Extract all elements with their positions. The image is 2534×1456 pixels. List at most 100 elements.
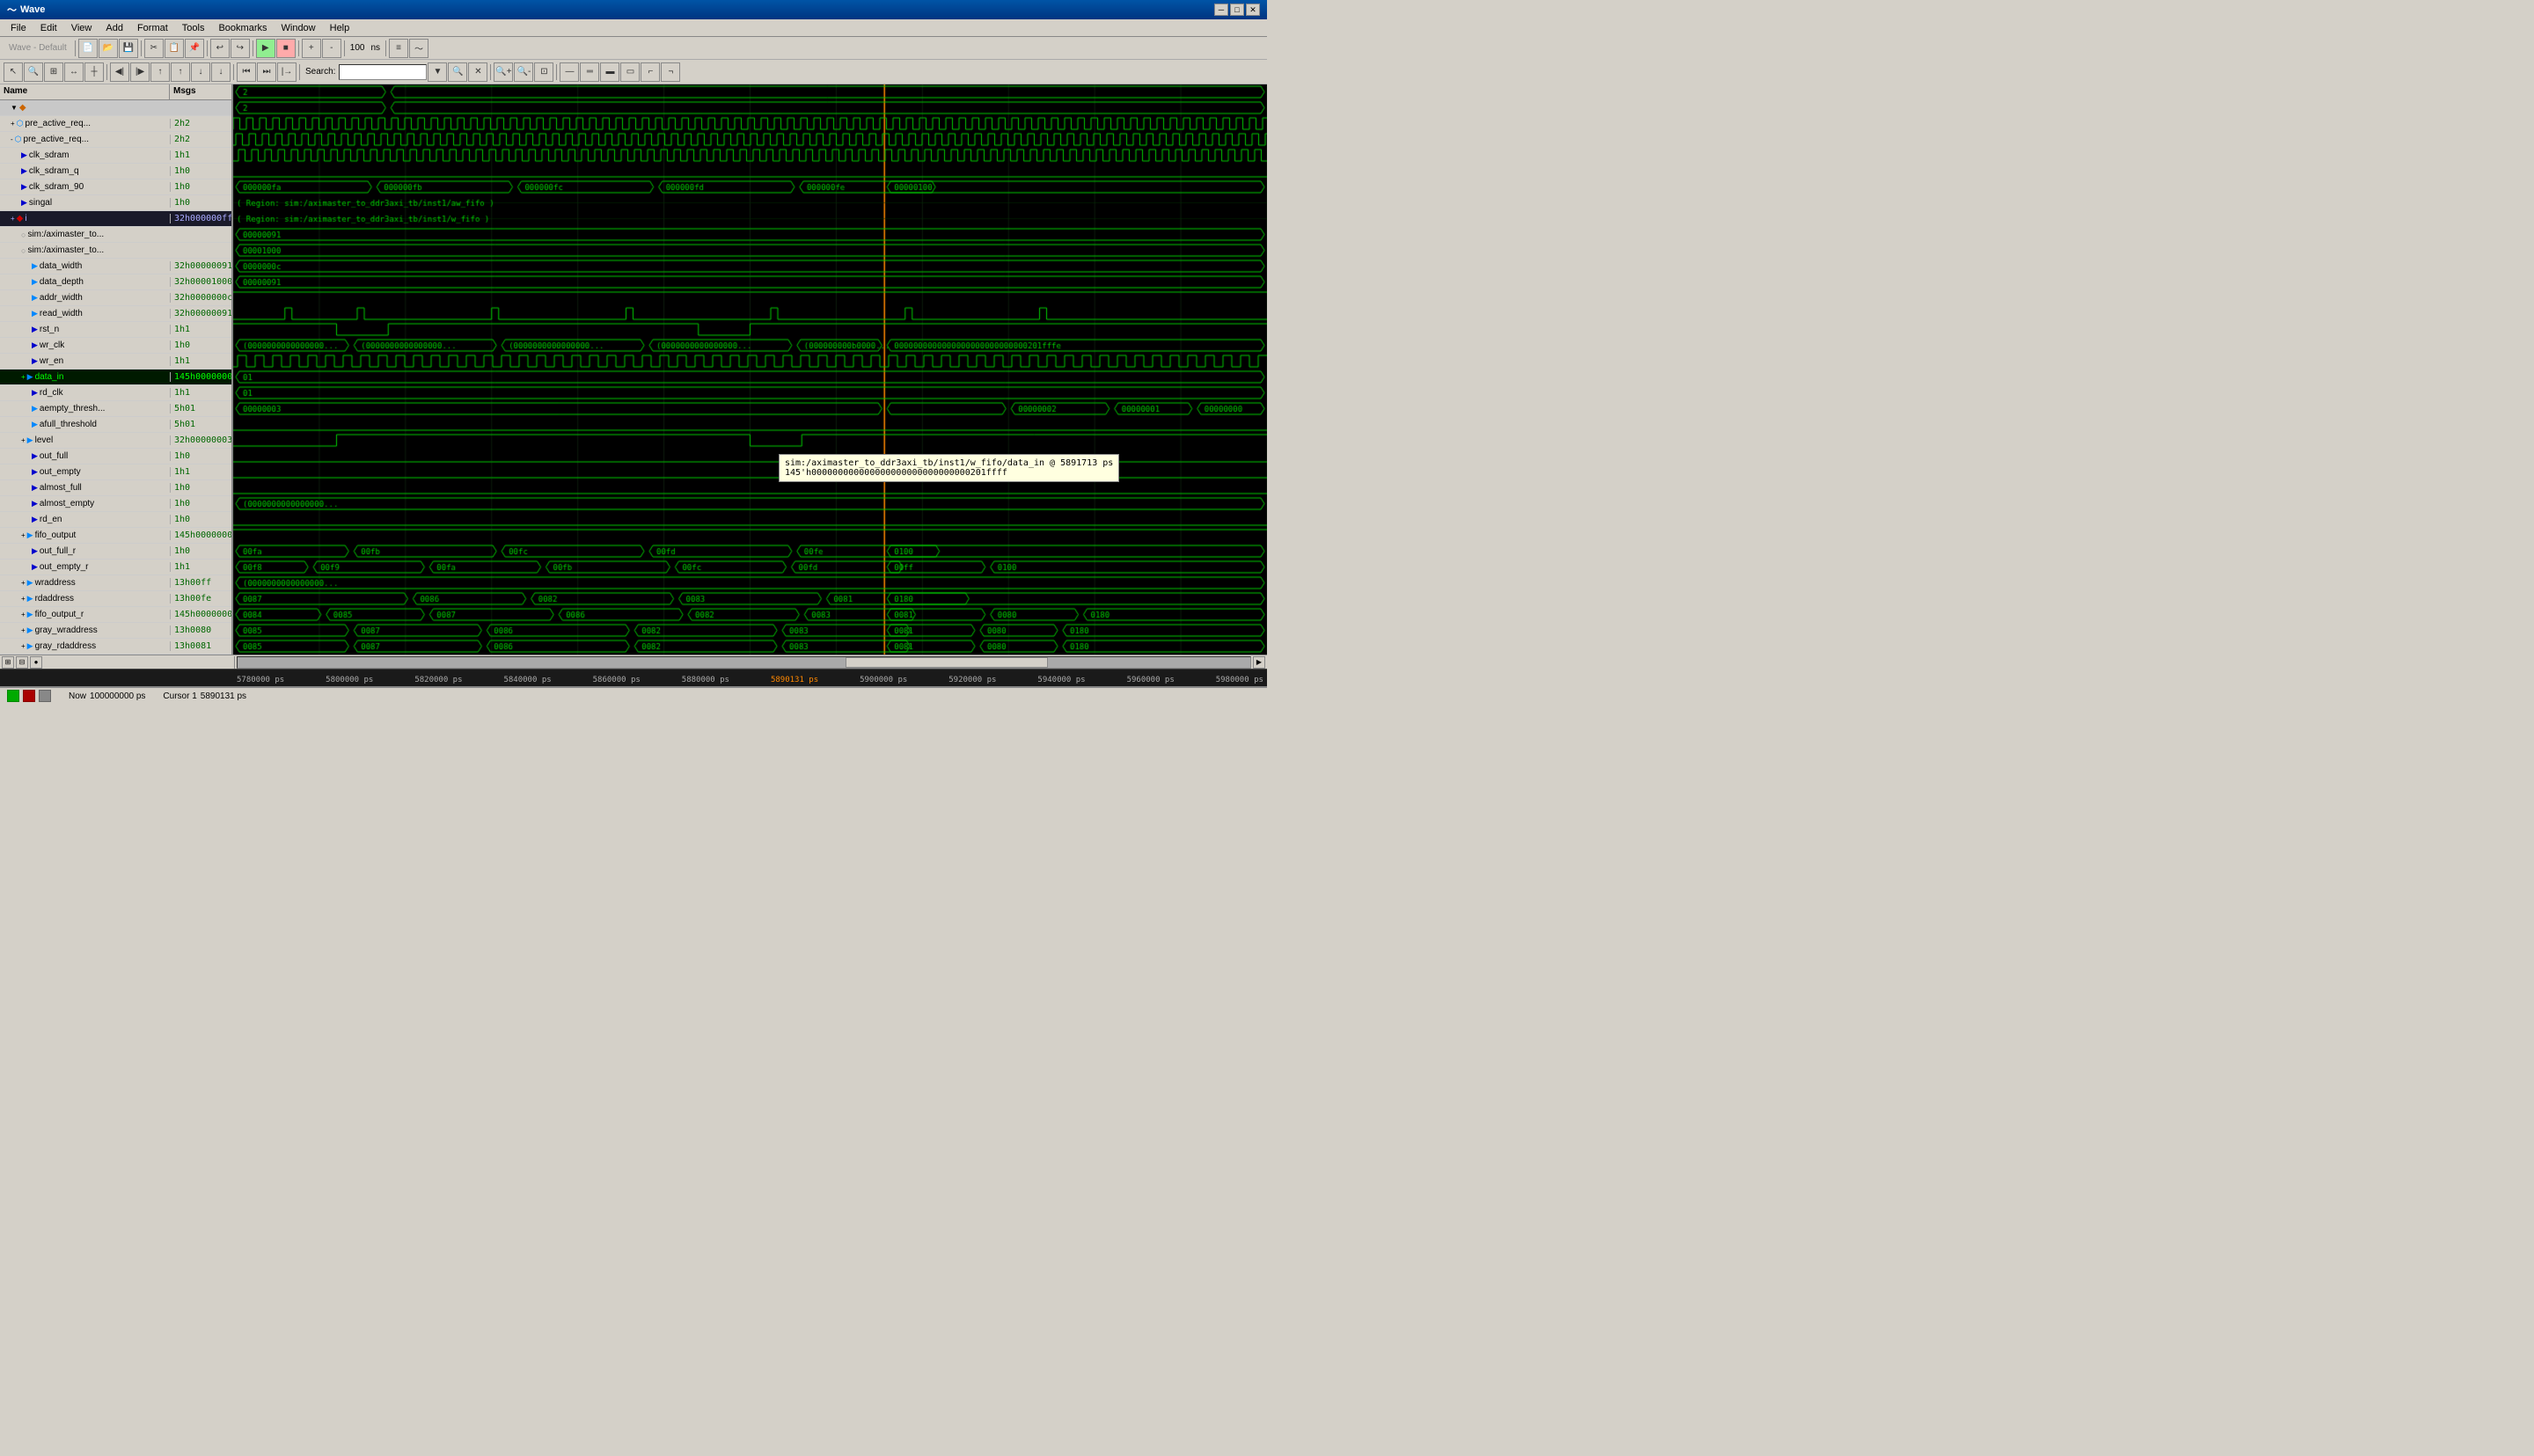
signal-row[interactable]: ▶ almost_empty 1h0 xyxy=(0,496,231,512)
signal-row[interactable]: ▼ ◆ xyxy=(0,100,231,116)
tb-new[interactable]: 📄 xyxy=(78,39,98,58)
tb-zoom-full[interactable]: ⊡ xyxy=(534,62,553,82)
menu-bookmarks[interactable]: Bookmarks xyxy=(211,21,274,35)
wave-panel[interactable]: sim:/aximaster_to_ddr3axi_tb/inst1/w_fif… xyxy=(233,84,1267,655)
expand-icon[interactable]: - xyxy=(11,135,13,143)
expand-icon[interactable]: + xyxy=(11,215,15,223)
signal-row[interactable]: ▶ rst_n 1h1 xyxy=(0,322,231,338)
horizontal-scrollbar[interactable]: ⊞ ⊟ ● ▶ xyxy=(0,655,1267,669)
expand-icon[interactable]: + xyxy=(21,579,26,587)
tb-save[interactable]: 💾 xyxy=(119,39,138,58)
expand-icon[interactable]: ▼ xyxy=(11,104,18,112)
signal-row[interactable]: + ▶ gray_wraddress 13h0080 xyxy=(0,623,231,639)
menu-add[interactable]: Add xyxy=(99,21,130,35)
signal-row[interactable]: ▶ out_empty 1h1 xyxy=(0,465,231,480)
signal-row[interactable]: ▶ clk_sdram_q 1h0 xyxy=(0,164,231,179)
signal-row[interactable]: + ⬡ pre_active_req... 2h2 xyxy=(0,116,231,132)
tb-wave-options[interactable]: ≡ xyxy=(389,39,408,58)
signal-row[interactable]: + ▶ wraddress 13h00ff xyxy=(0,575,231,591)
menu-window[interactable]: Window xyxy=(275,21,323,35)
tb-rise-prev[interactable]: ↑ xyxy=(150,62,170,82)
status-icon-red[interactable] xyxy=(23,690,35,702)
menu-edit[interactable]: Edit xyxy=(33,21,64,35)
signal-row[interactable]: ▶ singal 1h0 xyxy=(0,195,231,211)
signal-row[interactable]: ▶ out_full_r 1h0 xyxy=(0,544,231,560)
tb-select[interactable]: ↖ xyxy=(4,62,23,82)
signal-row[interactable]: ○ sim:/aximaster_to... xyxy=(0,227,231,243)
tb-cursor-add[interactable]: ┼ xyxy=(84,62,104,82)
signal-row[interactable]: ○ sim:/aximaster_to... xyxy=(0,243,231,259)
tb-copy[interactable]: 📋 xyxy=(165,39,184,58)
tb-signal-type2[interactable]: ═ xyxy=(580,62,599,82)
signal-row[interactable]: + ▶ level 32h00000003 xyxy=(0,433,231,449)
expand-icon[interactable]: + xyxy=(11,120,15,128)
signal-row[interactable]: + ◆ i 32h000000ff xyxy=(0,211,231,227)
signal-row[interactable]: ▶ rd_en 1h0 xyxy=(0,512,231,528)
menu-format[interactable]: Format xyxy=(130,21,175,35)
expand-icon[interactable]: + xyxy=(21,642,26,650)
tb-signal-opts[interactable]: 〜 xyxy=(409,39,428,58)
signal-row[interactable]: + ▶ fifo_output 145h0000000000... xyxy=(0,528,231,544)
search-find[interactable]: 🔍 xyxy=(448,62,467,82)
tb-signal-type3[interactable]: ▬ xyxy=(600,62,619,82)
tb-go-cursor[interactable]: |→ xyxy=(277,62,297,82)
minimize-button[interactable]: ─ xyxy=(1214,4,1228,16)
signal-row[interactable]: ▶ read_width 32h00000091 xyxy=(0,306,231,322)
tb-fall-next[interactable]: ↓ xyxy=(211,62,231,82)
tb-edge-next[interactable]: |▶ xyxy=(130,62,150,82)
signal-row[interactable]: ▶ afull_threshold 5h01 xyxy=(0,417,231,433)
expand-icon[interactable]: + xyxy=(21,373,26,381)
scroll-icon-2[interactable]: ⊟ xyxy=(16,656,28,669)
menu-tools[interactable]: Tools xyxy=(175,21,212,35)
signal-row[interactable]: + ▶ rdaddress 13h00fe xyxy=(0,591,231,607)
tb-rise-next[interactable]: ↑ xyxy=(171,62,190,82)
signal-row[interactable]: - ⬡ pre_active_req... 2h2 xyxy=(0,132,231,148)
signal-row[interactable]: + ▶ data_in 145h0000000000... xyxy=(0,369,231,385)
tb-redo[interactable]: ↪ xyxy=(231,39,250,58)
tb-open[interactable]: 📂 xyxy=(99,39,118,58)
signal-row[interactable]: ▶ addr_width 32h0000000c xyxy=(0,290,231,306)
tb-run[interactable]: ▶ xyxy=(256,39,275,58)
tb-zoom-in[interactable]: + xyxy=(302,39,321,58)
signal-row[interactable]: ▶ out_full 1h0 xyxy=(0,449,231,465)
signal-row[interactable]: ▶ data_depth 32h00001000 xyxy=(0,274,231,290)
search-input[interactable] xyxy=(339,64,427,80)
tb-undo[interactable]: ↩ xyxy=(210,39,230,58)
search-clear[interactable]: ✕ xyxy=(468,62,487,82)
signal-row[interactable]: ▶ almost_full 1h0 xyxy=(0,480,231,496)
scroll-icon-1[interactable]: ⊞ xyxy=(2,656,14,669)
tb-signal-type4[interactable]: ▭ xyxy=(620,62,640,82)
signal-row[interactable]: + ▶ gray_rdaddress 13h0081 xyxy=(0,639,231,655)
signal-row[interactable]: ▶ clk_sdram_90 1h0 xyxy=(0,179,231,195)
tb-paste[interactable]: 📌 xyxy=(185,39,204,58)
menu-view[interactable]: View xyxy=(64,21,99,35)
tb-zoom-out-wave[interactable]: 🔍- xyxy=(514,62,533,82)
signal-row[interactable]: ▶ clk_sdram 1h1 xyxy=(0,148,231,164)
signal-row[interactable]: ▶ wr_en 1h1 xyxy=(0,354,231,369)
tb-go-end[interactable]: ⏭ xyxy=(257,62,276,82)
expand-icon[interactable]: + xyxy=(21,436,26,444)
signal-row[interactable]: ▶ rd_clk 1h1 xyxy=(0,385,231,401)
horizontal-scrollbar-track[interactable] xyxy=(237,656,1251,669)
expand-icon[interactable]: + xyxy=(21,531,26,539)
tb-zoom-out[interactable]: - xyxy=(322,39,341,58)
expand-icon[interactable]: + xyxy=(21,626,26,634)
waveform-canvas[interactable] xyxy=(233,84,1267,655)
tb-zoom-fit[interactable]: ⊞ xyxy=(44,62,63,82)
tb-go-start[interactable]: ⏮ xyxy=(237,62,256,82)
tb-measure[interactable]: ↔ xyxy=(64,62,84,82)
close-button[interactable]: ✕ xyxy=(1246,4,1260,16)
tb-cut[interactable]: ✂ xyxy=(144,39,164,58)
tb-edge-prev[interactable]: ◀| xyxy=(110,62,129,82)
expand-icon[interactable]: + xyxy=(21,595,26,603)
tb-stop[interactable]: ■ xyxy=(276,39,296,58)
tb-signal-type1[interactable]: — xyxy=(560,62,579,82)
maximize-button[interactable]: □ xyxy=(1230,4,1244,16)
signal-row[interactable]: ▶ data_width 32h00000091 xyxy=(0,259,231,274)
signal-row[interactable]: ▶ aempty_thresh... 5h01 xyxy=(0,401,231,417)
status-icon-green[interactable] xyxy=(7,690,19,702)
expand-icon[interactable]: + xyxy=(21,611,26,618)
tb-zoom-in-wave[interactable]: 🔍+ xyxy=(494,62,513,82)
menu-help[interactable]: Help xyxy=(323,21,357,35)
signal-row[interactable]: ▶ wr_clk 1h0 xyxy=(0,338,231,354)
